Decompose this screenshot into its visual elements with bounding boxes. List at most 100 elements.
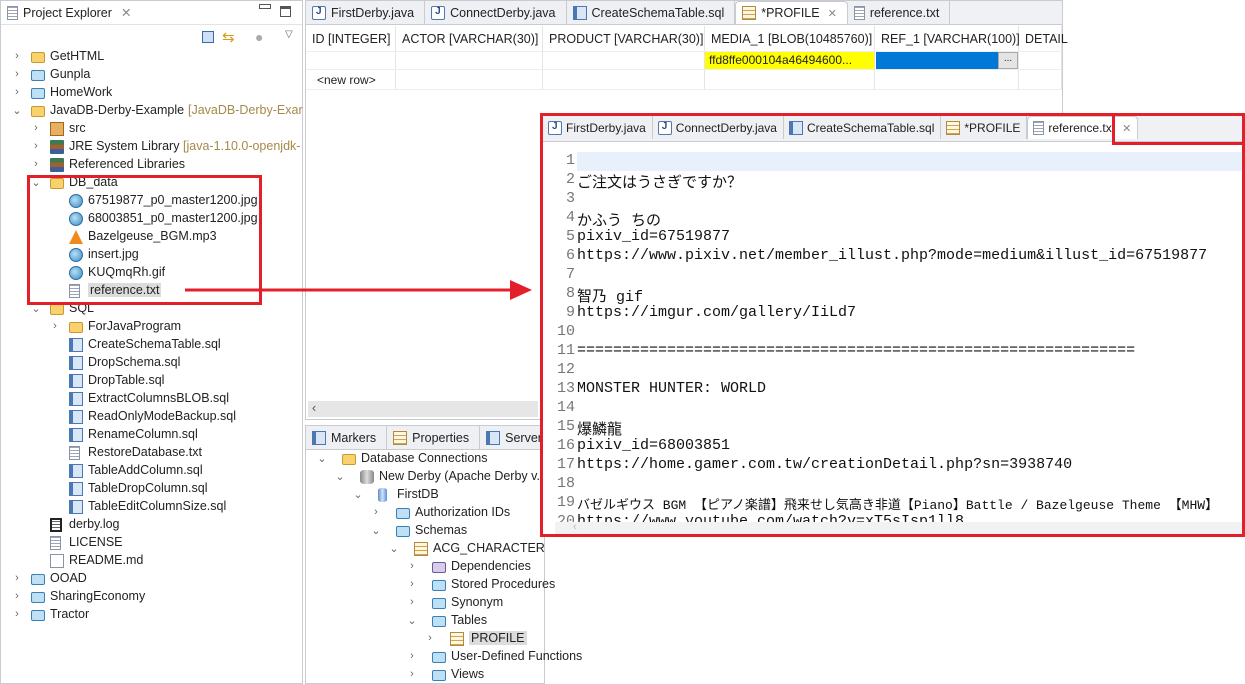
sql-file-icon — [69, 338, 83, 352]
folder-icon — [432, 580, 446, 591]
horizontal-scrollbar[interactable]: ‹ — [308, 401, 538, 417]
chevron-down-icon[interactable]: ⌄ — [405, 614, 419, 627]
chevron-right-icon[interactable]: › — [48, 320, 62, 332]
new-row[interactable]: <new row> — [317, 73, 376, 87]
table-icon — [450, 632, 464, 646]
markdown-file-icon — [50, 554, 64, 568]
chevron-right-icon[interactable]: › — [10, 86, 24, 98]
column-header[interactable]: REF_1 [VARCHAR(100)] — [881, 32, 1020, 46]
line-number: 11 — [556, 342, 575, 359]
chevron-right-icon[interactable]: › — [29, 158, 43, 170]
close-icon[interactable]: ✕ — [121, 5, 131, 20]
folder-icon — [396, 508, 410, 519]
close-icon[interactable]: ✕ — [828, 7, 837, 20]
chevron-right-icon[interactable]: › — [10, 608, 24, 620]
table-icon — [946, 120, 961, 135]
minimize-button[interactable] — [259, 4, 271, 9]
chevron-down-icon[interactable]: ⌄ — [333, 470, 347, 483]
blob-cell[interactable]: ffd8ffe000104a46494600... — [705, 52, 874, 69]
column-header[interactable]: MEDIA_1 [BLOB(10485760)] — [711, 32, 872, 46]
folder-icon — [31, 88, 45, 99]
chevron-right-icon[interactable]: › — [10, 590, 24, 602]
horizontal-scrollbar[interactable]: ‹ — [555, 522, 1242, 534]
project-explorer: Project Explorer ✕ ⇆ ● ▽ › GetHTML › Gunpla… — [0, 0, 303, 684]
tab--profile[interactable]: *PROFILE — [941, 116, 1028, 139]
chevron-down-icon[interactable]: ⌄ — [351, 488, 365, 501]
chevron-right-icon[interactable]: › — [10, 68, 24, 80]
tab-firstderby-java[interactable]: FirstDerby.java — [306, 1, 426, 24]
cell-edit-button[interactable]: ... — [998, 52, 1018, 69]
scroll-left-icon[interactable]: ‹ — [312, 401, 316, 415]
chevron-right-icon[interactable]: › — [10, 572, 24, 584]
tree-item-label: Referenced Libraries — [69, 157, 186, 171]
line-number: 8 — [565, 285, 575, 302]
chevron-down-icon[interactable]: ⌄ — [369, 524, 383, 537]
tree-item-label: ACG_CHARACTER — [433, 541, 545, 555]
chevron-right-icon[interactable]: › — [405, 560, 419, 572]
link-with-editor-icon[interactable]: ⇆ — [222, 28, 235, 46]
tab-firstderby-java[interactable]: FirstDerby.java — [543, 116, 653, 139]
tree-item-label: Gunpla — [50, 67, 91, 81]
tab-label: ConnectDerby.java — [450, 5, 556, 20]
line-number: 4 — [565, 209, 575, 226]
properties-icon — [393, 430, 408, 445]
sql-file-icon — [69, 392, 83, 406]
tree-item-label: OOAD — [50, 571, 87, 585]
chevron-right-icon[interactable]: › — [405, 650, 419, 662]
chevron-right-icon[interactable]: › — [29, 122, 43, 134]
chevron-right-icon[interactable]: › — [29, 140, 43, 152]
tab-properties[interactable]: Properties — [387, 426, 481, 449]
tab-connectderby-java[interactable]: ConnectDerby.java — [652, 116, 784, 139]
folder-icon — [31, 592, 45, 603]
view-menu-icon[interactable]: ▽ — [285, 29, 293, 40]
tree-item-label: LICENSE — [69, 535, 123, 549]
tab-label: Properties — [412, 430, 470, 445]
sql-file-icon — [788, 120, 803, 135]
tree-item-label: DropTable.sql — [88, 373, 165, 387]
folder-icon — [396, 526, 410, 537]
chevron-down-icon[interactable]: ⌄ — [315, 452, 329, 465]
tab-createschematable-sql[interactable]: CreateSchemaTable.sql — [566, 1, 736, 24]
servers-icon — [486, 430, 501, 445]
chevron-right-icon[interactable]: › — [405, 578, 419, 590]
tab-createschematable-sql[interactable]: CreateSchemaTable.sql — [783, 116, 942, 139]
tab-reference-txt[interactable]: reference.txt — [847, 1, 951, 24]
maximize-button[interactable] — [280, 6, 291, 17]
project-explorer-icon — [7, 5, 18, 20]
filters-icon[interactable]: ● — [255, 29, 263, 45]
text-line: 爆鱗龍 — [577, 422, 623, 439]
chevron-right-icon[interactable]: › — [405, 668, 419, 680]
chevron-right-icon[interactable]: › — [10, 50, 24, 62]
tree-item-label: src — [69, 121, 86, 135]
tree-item-label: Views — [451, 667, 485, 681]
data-source-explorer: Markers Properties Servers ⌄ Database Conne… — [305, 425, 582, 684]
tab--profile[interactable]: *PROFILE ✕ — [735, 1, 848, 24]
ref-cell-selected[interactable] — [876, 52, 998, 69]
column-header[interactable]: ACTOR [VARCHAR(30)] — [402, 32, 538, 46]
line-number: 17 — [556, 456, 575, 473]
tab-label: FirstDerby.java — [331, 5, 415, 20]
line-number: 10 — [556, 323, 575, 340]
tree-item-label: Dependencies — [451, 559, 531, 573]
column-header[interactable]: PRODUCT [VARCHAR(30)] — [549, 32, 703, 46]
column-header[interactable]: ID [INTEGER] — [312, 32, 390, 46]
folder-icon — [432, 598, 446, 609]
tree-item-label: DropSchema.sql — [88, 355, 181, 369]
project-explorer-title: Project Explorer — [23, 5, 112, 20]
folder-icon — [432, 670, 446, 681]
chevron-right-icon[interactable]: › — [423, 632, 437, 644]
chevron-down-icon[interactable]: ⌄ — [387, 542, 401, 555]
tab-connectderby-java[interactable]: ConnectDerby.java — [425, 1, 567, 24]
tree-item-label: derby.log — [69, 517, 120, 531]
tree-item-label: PROFILE — [469, 631, 527, 645]
chevron-down-icon[interactable]: ⌄ — [10, 104, 24, 117]
chevron-right-icon[interactable]: › — [405, 596, 419, 608]
text-line: pixiv_id=68003851 — [577, 437, 731, 454]
column-header[interactable]: DETAIL — [1025, 32, 1068, 46]
sql-file-icon — [69, 410, 83, 424]
chevron-right-icon[interactable]: › — [369, 506, 383, 518]
tree-item-decoration: [JavaDB-Derby-Exar — [188, 103, 303, 117]
collapse-all-icon[interactable] — [202, 31, 214, 43]
text-line: かふう ちの — [577, 213, 662, 230]
tab-markers[interactable]: Markers — [306, 426, 388, 449]
